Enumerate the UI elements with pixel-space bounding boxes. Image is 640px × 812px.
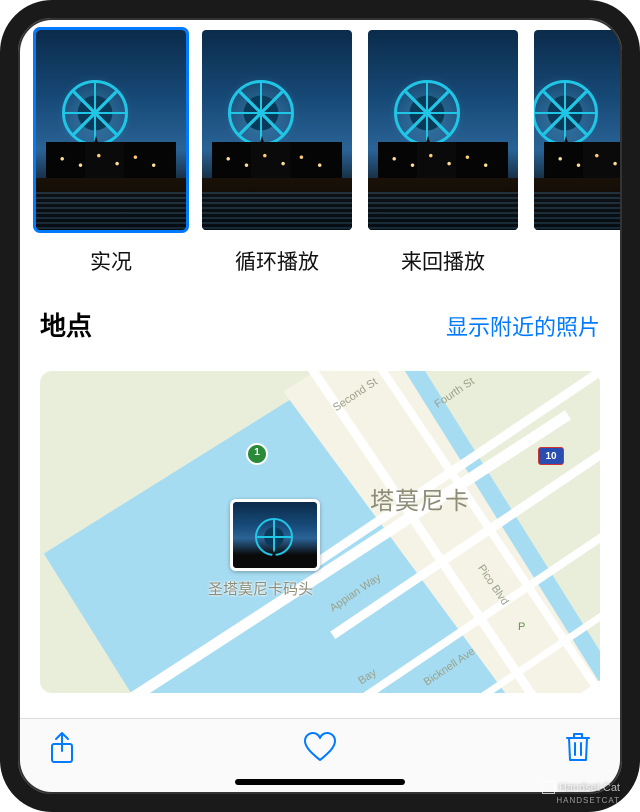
hwy-i10-shield: 10 [538, 447, 564, 465]
delete-button[interactable] [564, 731, 592, 768]
location-section: 地点 显示附近的照片 [18, 276, 622, 353]
show-nearby-link[interactable]: 显示附近的照片 [446, 310, 600, 342]
effect-next-thumb [534, 30, 622, 230]
home-indicator[interactable] [235, 779, 405, 785]
heart-icon [302, 731, 338, 763]
city-label: 塔莫尼卡 [370, 481, 470, 516]
location-title: 地点 [40, 306, 92, 343]
share-icon [48, 731, 76, 765]
effect-next-partial[interactable] [534, 30, 622, 276]
watermark-subtitle: HANDSETCAT [542, 797, 620, 806]
hwy-ca1-shield: 1 [246, 443, 268, 465]
map-pin-thumbnail[interactable] [230, 499, 320, 571]
effect-live-thumb [36, 30, 186, 230]
effect-loop-thumb [202, 30, 352, 230]
effect-bounce-thumb [368, 30, 518, 230]
effect-bounce[interactable]: 来回播放 [368, 30, 518, 276]
bottom-toolbar [18, 718, 622, 794]
watermark-title: Handset Cat [559, 782, 620, 794]
trash-icon [564, 731, 592, 763]
effect-live-label: 实况 [90, 246, 132, 276]
map-pin-caption: 圣塔莫尼卡码头 [208, 578, 313, 599]
effects-row: 实况 循环播放 来回播放 [18, 18, 622, 276]
watermark: Handset Cat HANDSETCAT [542, 781, 620, 806]
effect-loop-label: 循环播放 [235, 246, 319, 276]
effect-loop[interactable]: 循环播放 [202, 30, 352, 276]
favorite-button[interactable] [302, 731, 338, 768]
share-button[interactable] [48, 731, 76, 770]
effect-bounce-label: 来回播放 [401, 246, 485, 276]
location-map[interactable]: Second St Fourth St Appian Way Pico Blvd… [40, 371, 600, 693]
effect-live[interactable]: 实况 [36, 30, 186, 276]
park-label: P [518, 621, 525, 633]
